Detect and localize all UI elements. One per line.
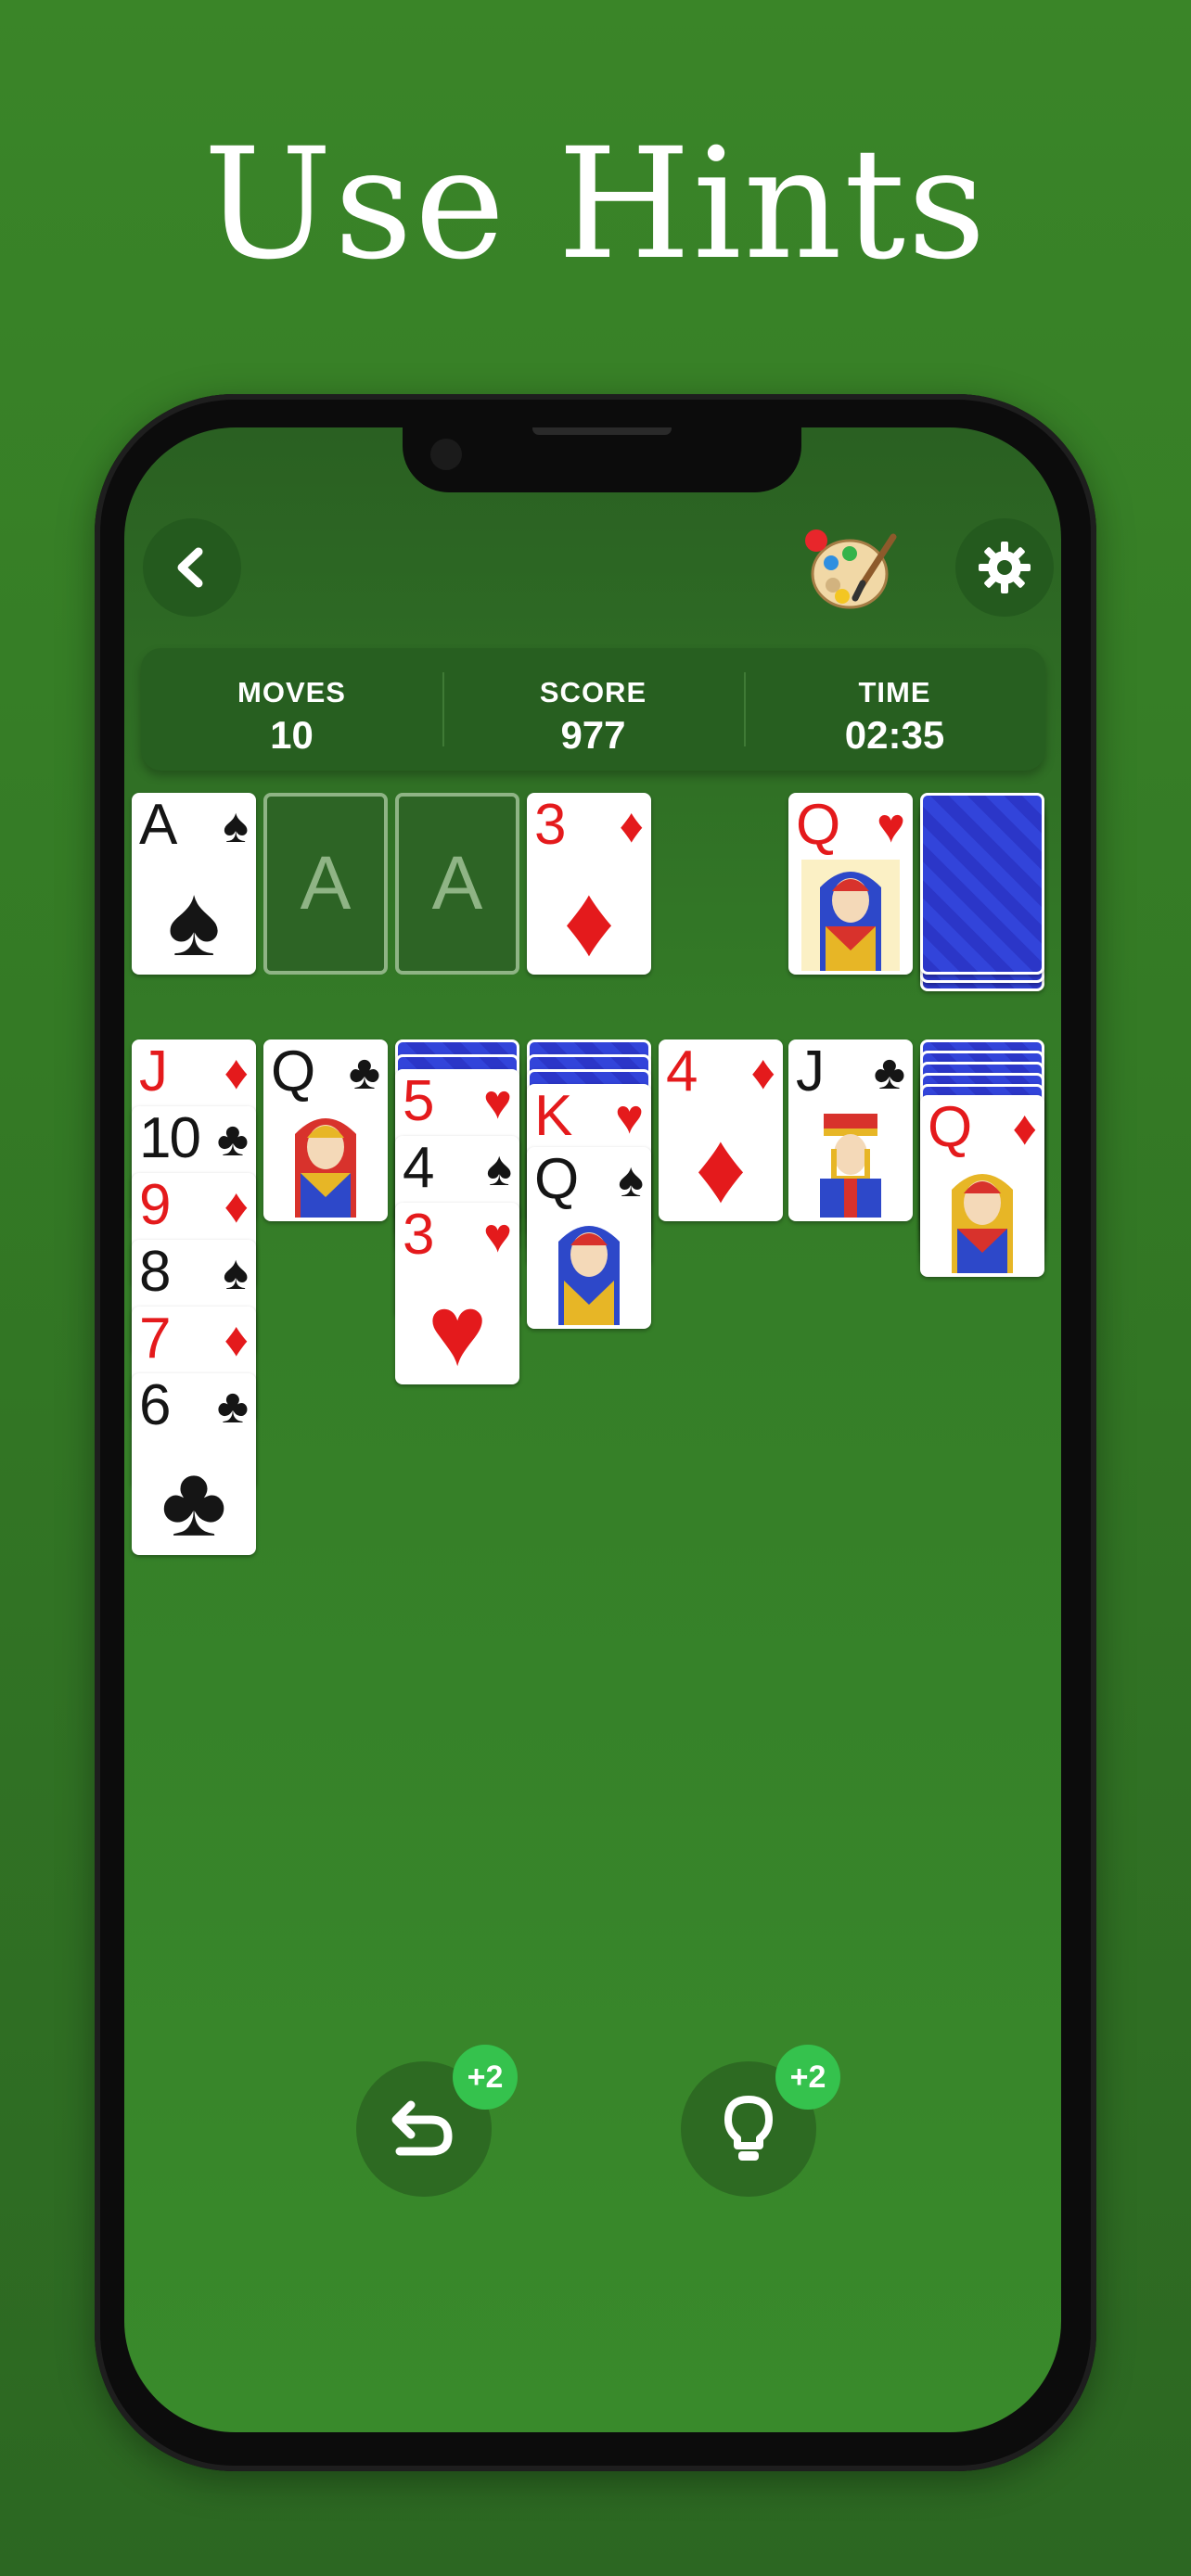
- headline: Use Hints: [203, 115, 988, 293]
- card-rank: Q: [796, 793, 840, 857]
- card-suit-small: ♦: [1012, 1102, 1037, 1155]
- foundation-card-4[interactable]: 3 ♦ ♦: [527, 793, 651, 975]
- card-suit-small: ♥: [615, 1090, 644, 1144]
- score-label: SCORE: [539, 676, 647, 708]
- tableau-card[interactable]: 4 ♦ ♦: [659, 1039, 783, 1221]
- card-rank: 5: [403, 1069, 435, 1133]
- hint-count-badge: +2: [775, 2045, 840, 2110]
- card-suit-small: ♠: [486, 1142, 512, 1196]
- card-suit-small: ♦: [224, 1046, 249, 1100]
- tableau-card[interactable]: 6 ♣ ♣: [132, 1373, 256, 1555]
- card-suit-small: ♥: [483, 1076, 512, 1129]
- card-rank: 6: [139, 1373, 172, 1437]
- stats-bar: MOVES 10 SCORE 977 TIME 02:35: [141, 648, 1045, 771]
- card-suit-small: ♦: [224, 1313, 249, 1367]
- card-suit-small: ♣: [216, 1380, 249, 1434]
- tableau-card[interactable]: J ♣: [788, 1039, 913, 1221]
- card-rank: 3: [534, 793, 567, 857]
- foundation-placeholder: A: [300, 841, 352, 925]
- waste-card[interactable]: Q ♥: [788, 793, 913, 975]
- card-suit-large: ♠: [167, 864, 221, 975]
- palette-icon: [805, 529, 897, 609]
- lightbulb-icon: [724, 2096, 773, 2161]
- foundation-placeholder: A: [431, 841, 483, 925]
- card-rank: 8: [139, 1240, 172, 1304]
- queen-portrait-icon: [558, 1226, 620, 1325]
- card-rank: 9: [139, 1173, 172, 1237]
- tableau-card[interactable]: Q ♠: [527, 1147, 651, 1329]
- card-suit-small: ♠: [618, 1154, 644, 1207]
- moves-value: 10: [270, 713, 314, 757]
- card-suit-large: ♣: [160, 1445, 227, 1555]
- queen-portrait-icon: [295, 1118, 356, 1218]
- foundation-slot-2[interactable]: A: [263, 793, 388, 975]
- card-suit-small: ♠: [223, 799, 249, 853]
- tableau-card[interactable]: 3 ♥ ♥: [395, 1203, 519, 1384]
- chevron-left-icon: [177, 547, 203, 588]
- card-suit-small: ♣: [873, 1046, 905, 1100]
- tableau-card[interactable]: Q ♣: [263, 1039, 388, 1221]
- card-rank: 3: [403, 1203, 435, 1267]
- card-suit-small: ♠: [223, 1246, 249, 1300]
- undo-icon: [391, 2100, 453, 2156]
- card-rank: K: [534, 1084, 572, 1148]
- card-suit-small: ♣: [348, 1046, 380, 1100]
- card-rank: 10: [139, 1106, 201, 1170]
- card-suit-small: ♦: [619, 799, 644, 853]
- card-rank: 4: [403, 1136, 435, 1200]
- theme-button[interactable]: [805, 524, 898, 617]
- gear-icon: [979, 542, 1031, 593]
- card-rank: 7: [139, 1307, 172, 1371]
- card-suit-small: ♥: [877, 799, 905, 853]
- card-rank: Q: [271, 1039, 315, 1103]
- card-suit-small: ♥: [483, 1209, 512, 1263]
- card-suit-small: ♦: [750, 1046, 775, 1100]
- moves-label: MOVES: [237, 676, 346, 708]
- card-rank: 4: [666, 1039, 698, 1103]
- jack-portrait-icon: [820, 1114, 881, 1218]
- card-suit-large: ♦: [563, 864, 615, 975]
- moves-stat: MOVES 10: [141, 648, 442, 771]
- score-stat: SCORE 977: [442, 648, 744, 771]
- card-suit-small: ♦: [224, 1180, 249, 1233]
- settings-button[interactable]: [955, 518, 1054, 617]
- phone-notch: [403, 427, 801, 492]
- tableau-card[interactable]: Q ♦: [920, 1095, 1044, 1277]
- card-rank: Q: [534, 1147, 579, 1211]
- score-value: 977: [560, 713, 626, 757]
- camera: [430, 439, 462, 470]
- card-rank: Q: [928, 1095, 972, 1159]
- card-rank: J: [139, 1039, 168, 1103]
- card-rank: A: [139, 793, 177, 857]
- game-screen: MOVES 10 SCORE 977 TIME 02:35 A ♠ ♠ A A …: [124, 427, 1061, 2432]
- card-suit-large: ♦: [695, 1111, 747, 1221]
- phone-frame: MOVES 10 SCORE 977 TIME 02:35 A ♠ ♠ A A …: [95, 394, 1096, 2471]
- back-button[interactable]: [143, 518, 241, 617]
- speaker: [532, 427, 672, 435]
- card-suit-small: ♣: [216, 1113, 249, 1167]
- stock-pile[interactable]: [920, 793, 1044, 975]
- time-stat: TIME 02:35: [744, 648, 1045, 771]
- card-suit-large: ♥: [427, 1274, 488, 1384]
- queen-portrait-icon: [952, 1174, 1013, 1273]
- queen-portrait-icon: [801, 860, 900, 971]
- card-rank: J: [796, 1039, 825, 1103]
- foundation-card-1[interactable]: A ♠ ♠: [132, 793, 256, 975]
- time-value: 02:35: [844, 713, 945, 757]
- time-label: TIME: [858, 676, 931, 708]
- undo-count-badge: +2: [453, 2045, 518, 2110]
- foundation-slot-3[interactable]: A: [395, 793, 519, 975]
